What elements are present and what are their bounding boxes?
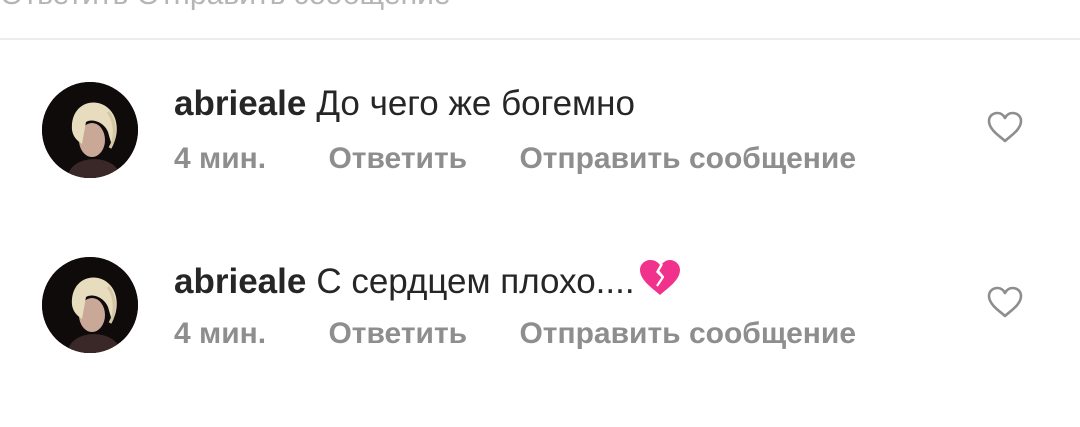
- heart-outline-icon[interactable]: [986, 110, 1024, 144]
- reply-button[interactable]: Ответить: [328, 142, 467, 176]
- comment-time: 4 мин.: [174, 317, 267, 350]
- reply-button[interactable]: Ответить: [328, 317, 467, 351]
- comment-time: 4 мин.: [174, 142, 267, 175]
- send-message-button[interactable]: Отправить сообщение: [519, 142, 856, 176]
- comment-text-line: abrieale С сердцем плохо....: [174, 257, 683, 308]
- comment-username[interactable]: abrieale: [174, 262, 306, 301]
- previous-comment-actions-cut: Ответить Отправить сообщение: [0, 0, 451, 12]
- comment-text: До чего же богемно: [316, 84, 635, 123]
- avatar[interactable]: [42, 82, 138, 178]
- comment-item: abrieale До чего же богемно 4 мин. Ответи…: [0, 82, 1080, 202]
- heart-outline-icon[interactable]: [986, 285, 1024, 319]
- comment-username[interactable]: abrieale: [174, 84, 306, 123]
- comment-text: С сердцем плохо....: [316, 262, 635, 301]
- comment-item: abrieale С сердцем плохо.... 4 мин. Ответ…: [0, 257, 1080, 377]
- avatar[interactable]: [42, 257, 138, 353]
- broken-heart-emoji: [637, 257, 683, 308]
- comments-screen: Ответить Отправить сообщение abrieale До …: [0, 0, 1080, 427]
- comment-meta: 4 мин. Ответить Отправить сообщение: [174, 142, 856, 176]
- comment-text-line: abrieale До чего же богемно: [174, 82, 635, 126]
- avatar-image: [42, 257, 138, 353]
- avatar-image: [42, 82, 138, 178]
- send-message-button[interactable]: Отправить сообщение: [519, 317, 856, 351]
- comment-meta: 4 мин. Ответить Отправить сообщение: [174, 317, 856, 351]
- divider: [0, 38, 1080, 40]
